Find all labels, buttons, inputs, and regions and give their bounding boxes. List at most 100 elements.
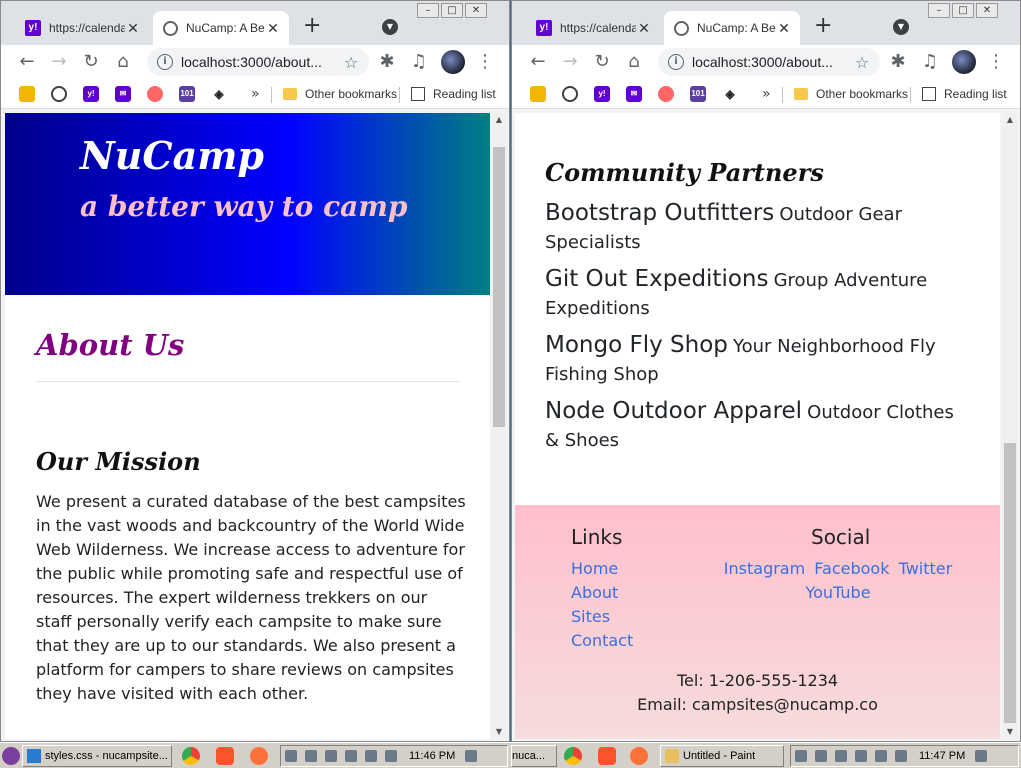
footer-link-home[interactable]: Home	[571, 557, 618, 581]
bookmark-codepen-icon[interactable]	[658, 86, 674, 102]
bookmark-101-icon[interactable]: 101	[179, 86, 195, 102]
menu-icon[interactable]: ⋮	[475, 52, 495, 72]
app-launcher-icon[interactable]	[2, 747, 20, 765]
minimize-button[interactable]: –	[928, 3, 950, 18]
bookmark-yahoo-icon[interactable]: y!	[594, 86, 610, 102]
close-tab-icon[interactable]: ✕	[265, 21, 281, 35]
scroll-thumb[interactable]	[1004, 443, 1016, 723]
more-bookmarks-icon[interactable]: »	[251, 85, 260, 103]
footer-link-contact[interactable]: Contact	[571, 629, 633, 653]
tab-calendar[interactable]: y! https://calenda ✕	[526, 11, 660, 45]
home-icon[interactable]: ⌂	[113, 52, 133, 72]
flag-icon[interactable]	[835, 750, 847, 762]
social-link-youtube[interactable]: YouTube	[805, 583, 870, 602]
taskbar-item-vscode[interactable]: styles.css - nucampsite...	[22, 745, 172, 767]
bookmark-star-icon[interactable]: ☆	[852, 53, 872, 72]
reload-icon[interactable]: ↻	[81, 52, 101, 72]
maximize-button[interactable]: □	[441, 3, 463, 18]
footer-link-sites[interactable]: Sites	[571, 605, 610, 629]
tray-app-icon[interactable]	[795, 750, 807, 762]
security-icon[interactable]	[305, 750, 317, 762]
bookmark-codepen-icon[interactable]	[147, 86, 163, 102]
profile-avatar[interactable]	[441, 50, 465, 74]
volume-icon[interactable]	[895, 750, 907, 762]
usb-icon[interactable]	[345, 750, 357, 762]
scroll-up-arrow-icon[interactable]: ▲	[491, 113, 507, 127]
forward-icon[interactable]: →	[49, 52, 69, 72]
bookmark-101-icon[interactable]: 101	[690, 86, 706, 102]
minimize-button[interactable]: –	[417, 3, 439, 18]
tab-nucamp[interactable]: NuCamp: A Be ✕	[153, 11, 289, 45]
extensions-icon[interactable]: ✱	[888, 52, 908, 72]
bookmark-star-icon[interactable]: ☆	[341, 53, 361, 72]
profile-avatar[interactable]	[952, 50, 976, 74]
tab-nucamp[interactable]: NuCamp: A Be ✕	[664, 11, 800, 45]
scroll-up-arrow-icon[interactable]: ▲	[1002, 113, 1018, 127]
firefox-icon[interactable]	[630, 747, 648, 765]
tab-search-icon[interactable]: ▼	[893, 19, 909, 35]
brave-icon[interactable]	[598, 747, 616, 765]
bookmark-codesandbox-icon[interactable]: ◈	[722, 86, 738, 102]
tray-app-icon[interactable]	[285, 750, 297, 762]
address-bar[interactable]: i localhost:3000/about... ☆	[147, 48, 369, 76]
firefox-icon[interactable]	[250, 747, 268, 765]
network-icon[interactable]	[365, 750, 377, 762]
bookmark-graduation-icon[interactable]	[530, 86, 546, 102]
address-bar[interactable]: i localhost:3000/about... ☆	[658, 48, 880, 76]
social-link-twitter[interactable]: Twitter	[899, 559, 953, 578]
bookmark-globe-icon[interactable]	[562, 86, 578, 102]
flag-icon[interactable]	[325, 750, 337, 762]
close-tab-icon[interactable]: ✕	[776, 21, 792, 35]
usb-icon[interactable]	[855, 750, 867, 762]
back-icon[interactable]: ←	[528, 52, 548, 72]
close-tab-icon[interactable]: ✕	[125, 21, 141, 35]
social-link-facebook[interactable]: Facebook	[814, 559, 889, 578]
tab-search-icon[interactable]: ▼	[382, 19, 398, 35]
security-icon[interactable]	[815, 750, 827, 762]
bookmark-mail-icon[interactable]: ✉	[626, 86, 642, 102]
forward-icon[interactable]: →	[560, 52, 580, 72]
bookmark-mail-icon[interactable]: ✉	[115, 86, 131, 102]
close-tab-icon[interactable]: ✕	[636, 21, 652, 35]
tab-calendar[interactable]: y! https://calenda ✕	[15, 11, 149, 45]
scroll-thumb[interactable]	[493, 147, 505, 427]
brave-icon[interactable]	[216, 747, 234, 765]
extensions-icon[interactable]: ✱	[377, 52, 397, 72]
bookmark-yahoo-icon[interactable]: y!	[83, 86, 99, 102]
close-window-button[interactable]: ✕	[465, 3, 487, 18]
scroll-down-arrow-icon[interactable]: ▼	[491, 725, 507, 739]
social-link-instagram[interactable]: Instagram	[724, 559, 805, 578]
taskbar-item-paint[interactable]: Untitled - Paint	[660, 745, 784, 767]
other-bookmarks[interactable]: Other bookmarks	[283, 85, 397, 103]
home-icon[interactable]: ⌂	[624, 52, 644, 72]
maximize-button[interactable]: □	[952, 3, 974, 18]
media-control-icon[interactable]: ♫	[920, 52, 940, 72]
taskbar-item-nucamp[interactable]: nuca...	[511, 745, 557, 767]
bookmark-globe-icon[interactable]	[51, 86, 67, 102]
bookmark-codesandbox-icon[interactable]: ◈	[211, 86, 227, 102]
new-tab-icon[interactable]: +	[303, 15, 321, 37]
scroll-down-arrow-icon[interactable]: ▼	[1002, 725, 1018, 739]
show-desktop-icon[interactable]	[975, 750, 988, 762]
site-info-icon[interactable]: i	[668, 54, 684, 70]
volume-icon[interactable]	[385, 750, 397, 762]
menu-icon[interactable]: ⋮	[986, 52, 1006, 72]
reading-list[interactable]: Reading list	[411, 85, 496, 103]
close-window-button[interactable]: ✕	[976, 3, 998, 18]
footer-link-about[interactable]: About	[571, 581, 618, 605]
site-info-icon[interactable]: i	[157, 54, 173, 70]
bookmark-graduation-icon[interactable]	[19, 86, 35, 102]
network-icon[interactable]	[875, 750, 887, 762]
back-icon[interactable]: ←	[17, 52, 37, 72]
other-bookmarks[interactable]: Other bookmarks	[794, 85, 908, 103]
page-scrollbar[interactable]: ▲ ▼	[1002, 113, 1018, 739]
media-control-icon[interactable]: ♫	[409, 52, 429, 72]
reading-list[interactable]: Reading list	[922, 85, 1007, 103]
chrome-icon[interactable]	[182, 747, 200, 765]
page-scrollbar[interactable]: ▲ ▼	[491, 113, 507, 739]
reload-icon[interactable]: ↻	[592, 52, 612, 72]
chrome-icon[interactable]	[564, 747, 582, 765]
show-desktop-icon[interactable]	[465, 750, 478, 762]
more-bookmarks-icon[interactable]: »	[762, 85, 771, 103]
new-tab-icon[interactable]: +	[814, 15, 832, 37]
